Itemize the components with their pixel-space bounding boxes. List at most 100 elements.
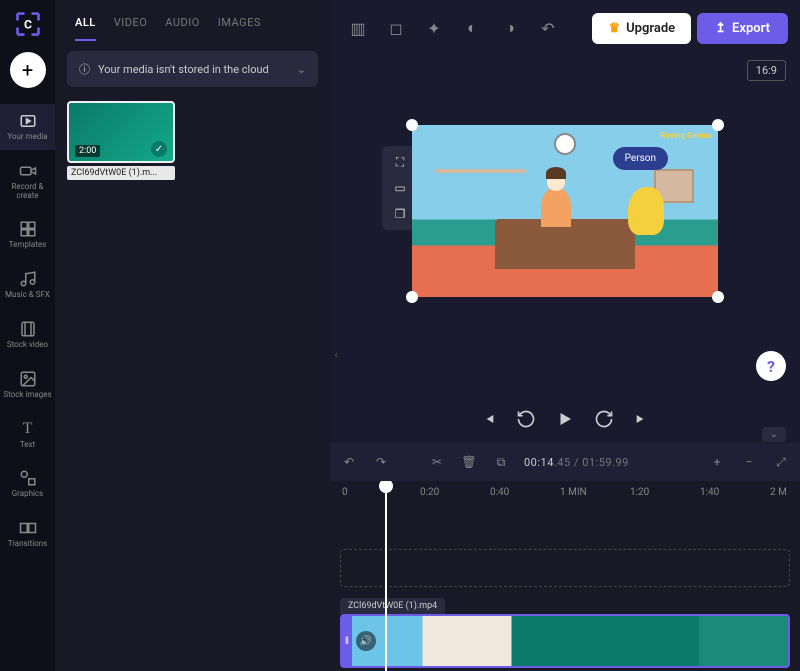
nav-text[interactable]: T Text xyxy=(0,412,55,458)
resize-handle-tr[interactable] xyxy=(712,119,724,131)
nav-transitions[interactable]: Transitions xyxy=(0,511,55,557)
clip-audio-toggle[interactable]: 🔊 xyxy=(356,631,376,651)
layout-button[interactable]: ▥ xyxy=(342,12,374,44)
magic-button[interactable]: ✦ xyxy=(418,12,450,44)
add-button[interactable]: + xyxy=(10,52,46,88)
tab-video[interactable]: VIDEO xyxy=(114,16,148,29)
total-frac: .99 xyxy=(612,456,629,469)
media-item[interactable]: 2:00 ✓ ZCl69dVtW0E (1).m... xyxy=(67,101,175,180)
nav-label: Stock images xyxy=(3,391,51,400)
aspect-ratio-badge[interactable]: 16:9 xyxy=(747,60,786,81)
video-clip[interactable]: ‖ 🔊 xyxy=(340,614,790,668)
video-preview[interactable]: Person Roving Genius xyxy=(412,125,718,297)
image-icon xyxy=(19,370,37,388)
tab-audio[interactable]: AUDIO xyxy=(165,16,200,29)
media-tabs: ALL VIDEO AUDIO IMAGES xyxy=(67,12,318,43)
contrast-icon: ◐ xyxy=(467,18,477,38)
rewind-icon xyxy=(516,409,536,429)
filter-button[interactable]: ◐ xyxy=(456,12,488,44)
timecode: 00:14.45 / 01:59.99 xyxy=(524,456,629,469)
nav-graphics[interactable]: Graphics xyxy=(0,461,55,507)
nav-label: Music & SFX xyxy=(5,291,50,300)
undo-icon: ↶ xyxy=(344,455,354,469)
app-logo[interactable]: C xyxy=(12,8,44,40)
shapes-icon xyxy=(19,469,37,487)
ruler-tick: 1:40 xyxy=(700,487,719,498)
forward-icon xyxy=(594,409,614,429)
templates-icon xyxy=(19,220,37,238)
layout-icon: ▥ xyxy=(350,19,365,38)
adjust-button[interactable]: ◑ xyxy=(494,12,526,44)
redo-button[interactable]: ↷ xyxy=(372,455,390,469)
fit-timeline-button[interactable]: ⤢ xyxy=(772,455,790,470)
nav-templates[interactable]: Templates xyxy=(0,212,55,258)
rewind-button[interactable] xyxy=(516,409,536,429)
resize-handle-br[interactable] xyxy=(712,291,724,303)
undo-arc-icon: ↶ xyxy=(541,19,554,38)
skip-end-button[interactable] xyxy=(634,411,650,427)
forward-button[interactable] xyxy=(594,409,614,429)
thought-bubble: Person xyxy=(613,147,668,170)
skip-start-button[interactable] xyxy=(480,411,496,427)
svg-text:C: C xyxy=(23,17,31,31)
playhead[interactable] xyxy=(385,481,387,671)
clip-trim-left[interactable]: ‖ xyxy=(342,616,352,666)
timeline-ruler[interactable]: 0 0:20 0:40 1 MIN 1:20 1:40 2 M xyxy=(330,481,800,509)
left-sidebar: C + Your media Record & create Templates… xyxy=(0,0,55,671)
trash-icon: 🗑 xyxy=(461,455,476,469)
main-area: ‹ ▥ ◻ ✦ ◐ ◑ ↶ ♛ Upgrade ↥ Export 16:9 ⛶ … xyxy=(330,0,800,671)
clip-filename-label: ZCl69dVtW0E (1).mp4 xyxy=(340,598,445,614)
media-panel: ALL VIDEO AUDIO IMAGES ⓘ Your media isn'… xyxy=(55,0,330,671)
tab-images[interactable]: IMAGES xyxy=(218,16,261,29)
skip-forward-icon xyxy=(634,411,650,427)
nav-your-media[interactable]: Your media xyxy=(0,104,55,150)
split-button[interactable]: ✂ xyxy=(428,455,446,469)
question-icon: ? xyxy=(767,357,775,376)
timeline-expand-button[interactable]: ⌄ xyxy=(762,427,786,442)
crown-icon: ♛ xyxy=(608,21,620,36)
nav-stock-images[interactable]: Stock images xyxy=(0,362,55,408)
play-button[interactable] xyxy=(556,410,574,428)
plus-icon: + xyxy=(714,455,721,469)
duplicate-button[interactable]: ⧉ xyxy=(492,455,510,470)
nav-record-create[interactable]: Record & create xyxy=(0,154,55,209)
undo-button[interactable]: ↶ xyxy=(340,455,358,469)
empty-track-dropzone[interactable] xyxy=(340,549,790,587)
zoom-out-button[interactable]: − xyxy=(740,455,758,469)
text-icon: T xyxy=(19,420,37,438)
fill-button[interactable]: ▭ xyxy=(388,178,412,198)
plus-icon: + xyxy=(22,58,33,82)
tab-all[interactable]: ALL xyxy=(75,16,96,29)
fit-icon: ⛶ xyxy=(396,155,404,170)
undo-tool-button[interactable]: ↶ xyxy=(532,12,564,44)
nav-label: Your media xyxy=(7,133,47,142)
nav-label: Transitions xyxy=(8,540,48,549)
current-time: 00:14 xyxy=(524,456,554,469)
fit-button[interactable]: ⛶ xyxy=(388,152,412,172)
fill-icon: ▭ xyxy=(394,181,405,195)
help-button[interactable]: ? xyxy=(756,351,786,381)
canvas-area: 16:9 ⛶ ▭ ❐ Person Roving Genius xyxy=(330,56,800,395)
resize-handle-tl[interactable] xyxy=(406,119,418,131)
timeline[interactable]: 0 0:20 0:40 1 MIN 1:20 1:40 2 M ZCl69dVt… xyxy=(330,481,800,671)
scene-character-dino xyxy=(628,187,664,235)
upgrade-button[interactable]: ♛ Upgrade xyxy=(592,13,691,44)
cloud-storage-notice[interactable]: ⓘ Your media isn't stored in the cloud ⌄ xyxy=(67,51,318,87)
ruler-tick: 1 MIN xyxy=(560,487,587,498)
export-button[interactable]: ↥ Export xyxy=(697,13,788,44)
delete-button[interactable]: 🗑 xyxy=(460,455,478,469)
play-icon xyxy=(556,410,574,428)
nav-music-sfx[interactable]: Music & SFX xyxy=(0,262,55,308)
export-label: Export xyxy=(732,21,770,36)
transitions-icon xyxy=(19,519,37,537)
zoom-in-button[interactable]: + xyxy=(708,455,726,469)
nav-label: Graphics xyxy=(12,490,44,499)
ruler-tick: 1:20 xyxy=(630,487,649,498)
pip-button[interactable]: ❐ xyxy=(388,204,412,224)
crop-button[interactable]: ◻ xyxy=(380,12,412,44)
resize-handle-bl[interactable] xyxy=(406,291,418,303)
nav-stock-video[interactable]: Stock video xyxy=(0,312,55,358)
scene-character-boy xyxy=(541,187,571,227)
media-filename: ZCl69dVtW0E (1).m... xyxy=(67,166,175,180)
clipchamp-logo-icon: C xyxy=(14,10,42,38)
